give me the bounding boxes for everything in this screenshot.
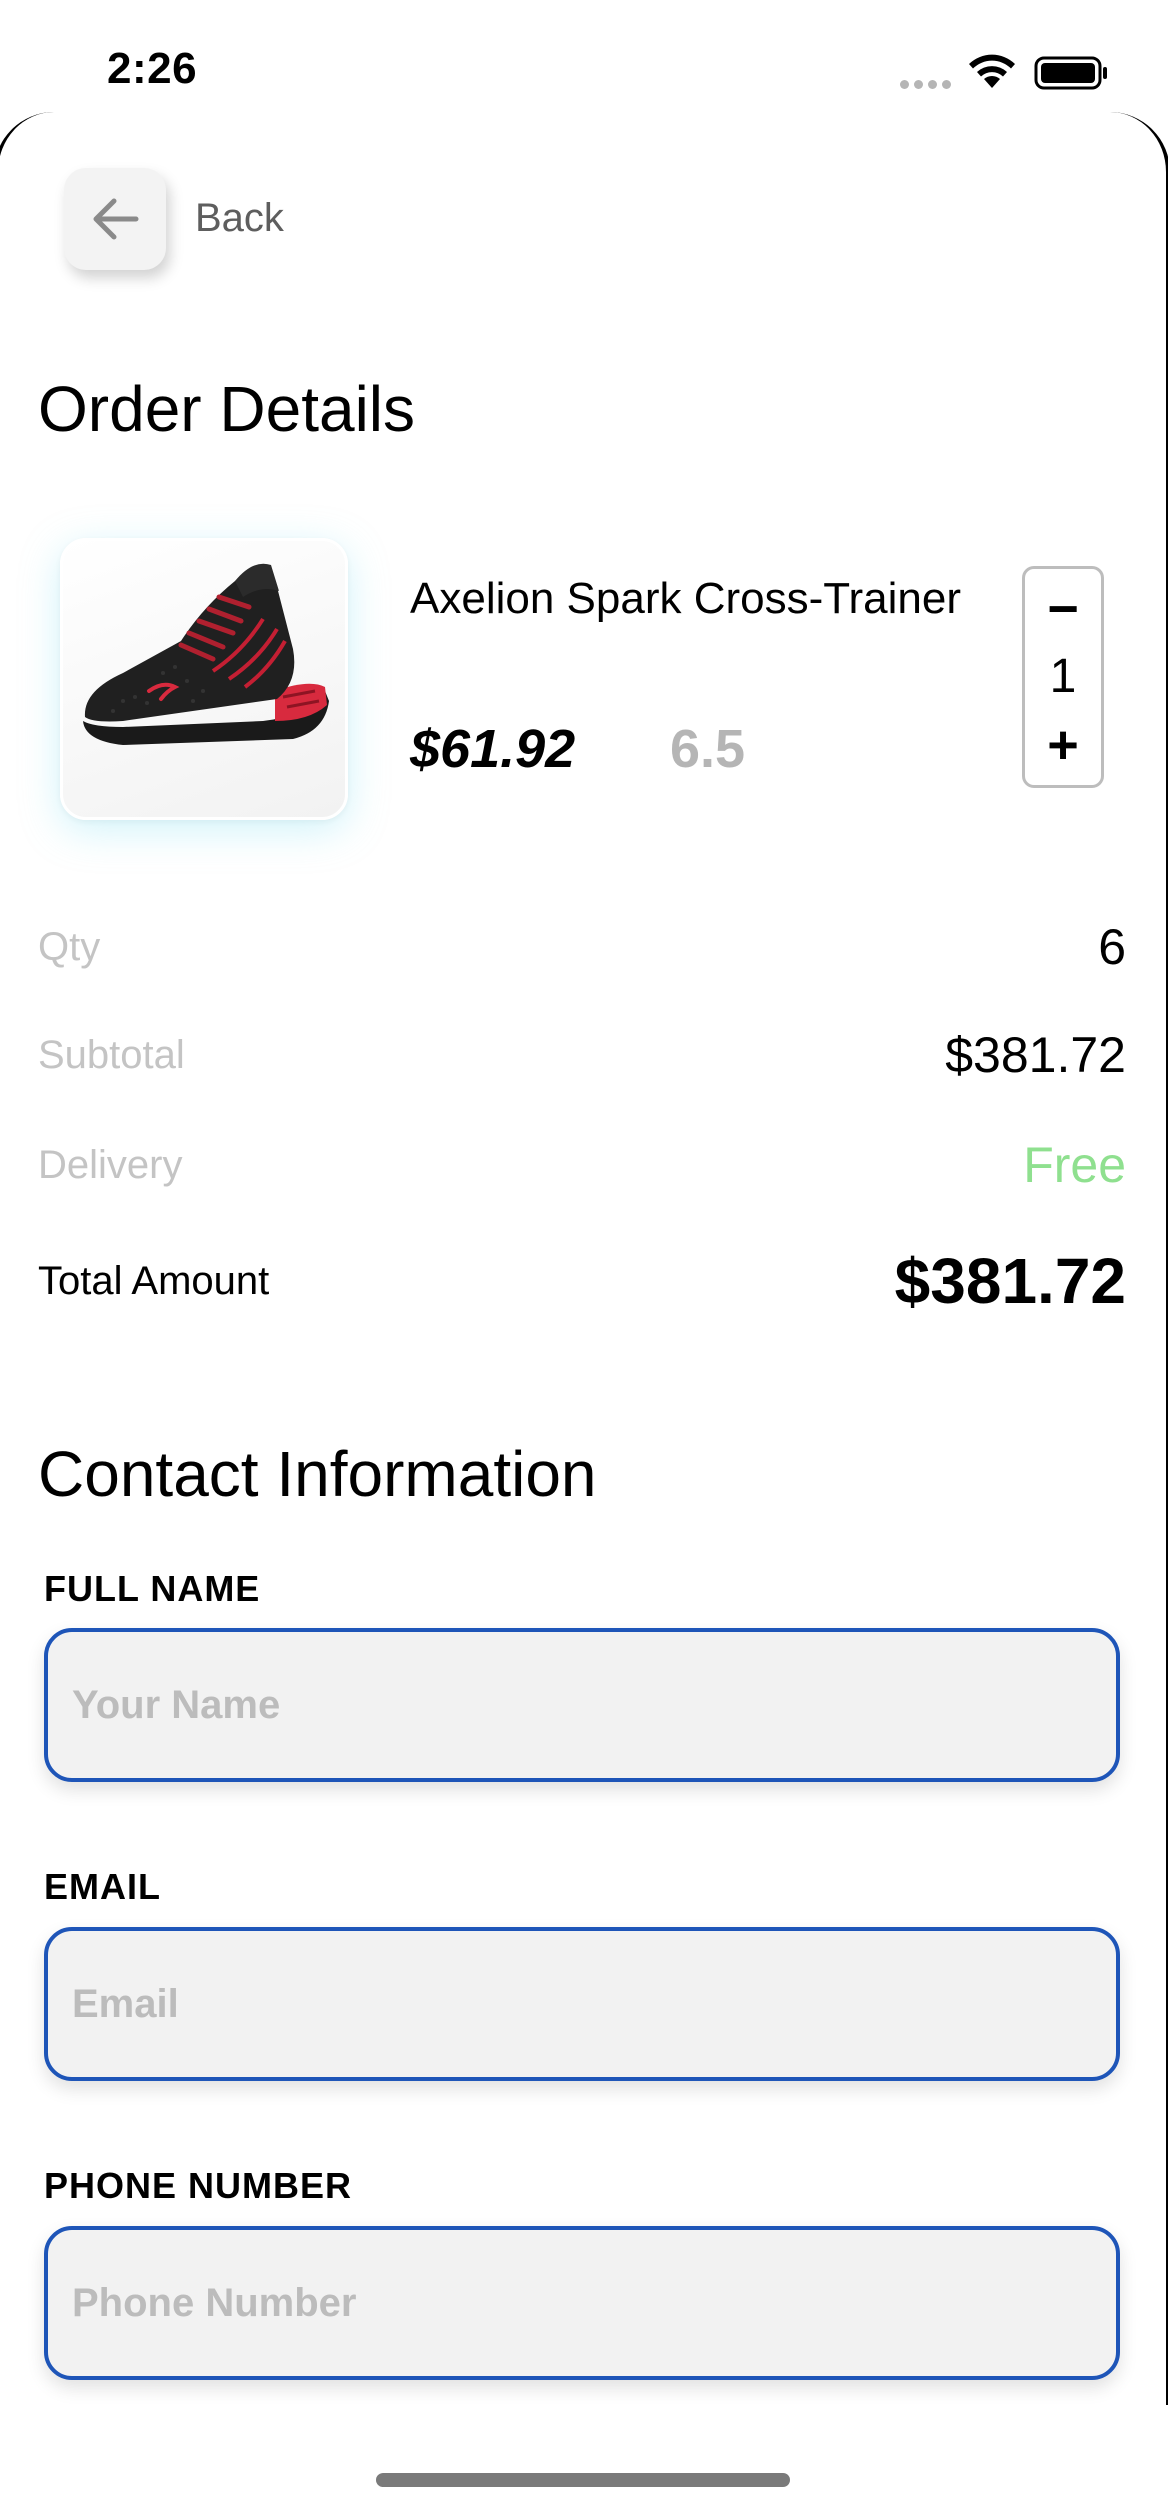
wifi-icon — [969, 54, 1015, 88]
increment-button[interactable]: + — [1025, 715, 1101, 775]
summary-subtotal-row: Subtotal $381.72 — [38, 1026, 1126, 1084]
product-image — [60, 538, 348, 820]
full-name-label: FULL NAME — [44, 1568, 261, 1609]
product-price: $61.92 — [410, 719, 576, 779]
stepper-value: 1 — [1049, 650, 1077, 703]
product-name: Axelion Spark Cross-Trainer — [410, 574, 961, 623]
status-bar: 2:26 — [0, 0, 1168, 110]
product-size: 6.5 — [670, 719, 746, 779]
battery-icon — [1034, 56, 1107, 90]
back-label[interactable]: Back — [195, 196, 284, 241]
delivery-label: Delivery — [38, 1142, 183, 1187]
subtotal-label: Subtotal — [38, 1032, 185, 1077]
decrement-button[interactable]: − — [1025, 579, 1101, 639]
phone-field[interactable] — [44, 2226, 1120, 2380]
qty-label: Qty — [38, 924, 101, 969]
email-field[interactable] — [44, 1927, 1120, 2081]
phone-label: PHONE NUMBER — [44, 2165, 353, 2206]
status-time: 2:26 — [107, 44, 198, 93]
full-name-field[interactable] — [44, 1628, 1120, 1782]
summary-total-row: Total Amount $381.72 — [38, 1244, 1126, 1318]
contact-title: Contact Information — [38, 1438, 597, 1510]
delivery-value: Free — [1023, 1137, 1126, 1193]
email-label: EMAIL — [44, 1866, 161, 1907]
order-details-title: Order Details — [38, 373, 415, 445]
summary-delivery-row: Delivery Free — [38, 1136, 1126, 1194]
sneaker-image — [83, 563, 329, 745]
arrow-left-icon — [93, 198, 139, 240]
bottom-bar — [0, 2405, 1168, 2511]
summary-qty-row: Qty 6 — [38, 918, 1126, 976]
total-label: Total Amount — [38, 1258, 270, 1303]
home-indicator[interactable] — [376, 2473, 790, 2487]
signal-dots-icon — [900, 80, 951, 89]
subtotal-value: $381.72 — [945, 1027, 1126, 1083]
quantity-stepper: − 1 + — [1022, 566, 1104, 788]
back-button[interactable] — [64, 168, 166, 270]
qty-value: 6 — [1098, 919, 1126, 975]
total-value: $381.72 — [894, 1245, 1126, 1317]
